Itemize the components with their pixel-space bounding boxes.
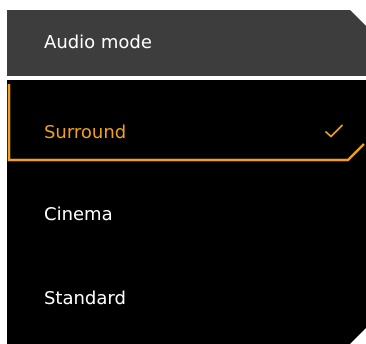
menu-item-label: Surround	[44, 122, 127, 143]
menu-item-standard[interactable]: Standard	[7, 256, 366, 336]
menu-header: Audio mode	[7, 10, 366, 76]
menu-title: Audio mode	[44, 32, 152, 53]
menu-item-label: Cinema	[44, 204, 113, 225]
header-divider	[7, 76, 366, 80]
osd-menu-panel: Audio mode Surround Cinema Standard	[7, 10, 366, 344]
menu-item-cinema[interactable]: Cinema	[7, 172, 366, 252]
checkmark-icon	[325, 124, 343, 138]
menu-item-label: Standard	[44, 288, 126, 309]
menu-item-surround[interactable]: Surround	[7, 82, 366, 162]
